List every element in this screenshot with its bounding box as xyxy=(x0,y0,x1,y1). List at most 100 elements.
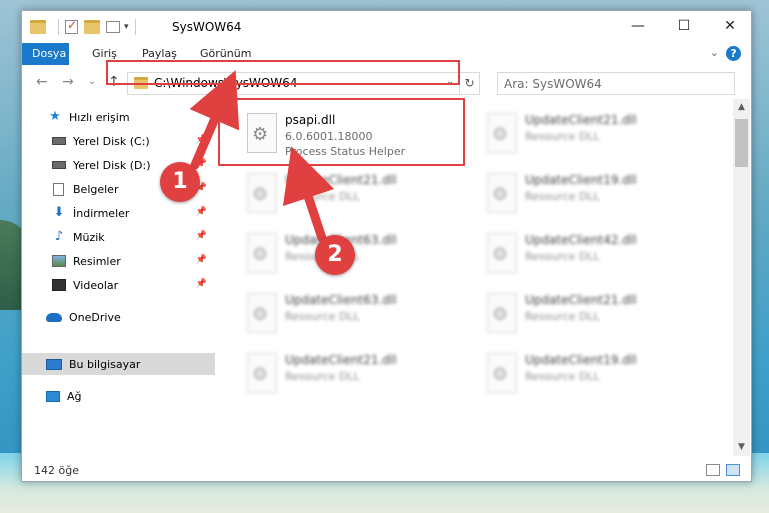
sidebar-item-label: İndirmeler xyxy=(73,206,130,220)
file-description: Resource DLL xyxy=(285,370,360,383)
star-icon: ★ xyxy=(49,109,61,124)
collapse-ribbon-icon[interactable]: ⌄ xyxy=(710,46,719,59)
properties-icon[interactable] xyxy=(65,18,78,34)
dll-file-icon: ⚙ xyxy=(247,353,277,393)
file-description: Resource DLL xyxy=(525,250,600,263)
computer-icon xyxy=(46,358,62,370)
scroll-down-icon[interactable]: ▼ xyxy=(733,439,750,456)
sidebar-item-music[interactable]: ♪ Müzik 📌 xyxy=(22,226,215,248)
pin-icon[interactable]: 📌 xyxy=(196,255,207,265)
pin-icon[interactable]: 📌 xyxy=(196,207,207,217)
sidebar-item-label: Belgeler xyxy=(73,182,119,196)
scroll-thumb[interactable] xyxy=(735,119,748,167)
pin-icon[interactable]: 📌 xyxy=(196,231,207,241)
file-highlight-box xyxy=(218,98,465,166)
step-1-badge: 1 xyxy=(160,162,200,202)
toolbar-divider xyxy=(134,19,136,35)
refresh-button[interactable]: ↻ xyxy=(459,72,480,95)
download-icon: ⬇ xyxy=(53,205,65,220)
file-item[interactable]: ⚙ UpdateClient21.dll Resource DLL xyxy=(477,107,707,157)
pin-icon[interactable]: 📌 xyxy=(196,159,207,169)
gear-icon: ⚙ xyxy=(492,244,509,265)
file-description: Resource DLL xyxy=(285,190,360,203)
sidebar-item-label: Yerel Disk (D:) xyxy=(73,158,151,172)
file-name: UpdateClient63.dll xyxy=(285,293,397,307)
recent-locations-button[interactable]: ⌄ xyxy=(88,76,96,87)
file-name: UpdateClient21.dll xyxy=(285,353,397,367)
maximize-button[interactable]: ☐ xyxy=(661,11,707,41)
dll-file-icon: ⚙ xyxy=(487,173,517,213)
videos-icon xyxy=(52,279,66,291)
navigation-pane: ★ Hızlı erişim Yerel Disk (C:) 📌 Yerel D… xyxy=(22,106,215,446)
sidebar-item-onedrive[interactable]: OneDrive xyxy=(22,306,215,328)
dll-file-icon: ⚙ xyxy=(247,173,277,213)
file-description: Resource DLL xyxy=(285,310,360,323)
dll-file-icon: ⚙ xyxy=(487,233,517,273)
gear-icon: ⚙ xyxy=(492,304,509,325)
file-item[interactable]: ⚙ UpdateClient19.dll Resource DLL xyxy=(477,347,707,397)
quick-access-toolbar: ▾ xyxy=(30,18,142,36)
file-description: Resource DLL xyxy=(525,190,600,203)
dll-file-icon: ⚙ xyxy=(247,233,277,273)
close-button[interactable]: ✕ xyxy=(707,11,753,41)
gear-icon: ⚙ xyxy=(492,184,509,205)
music-icon: ♪ xyxy=(54,229,64,244)
sidebar-item-label: Videolar xyxy=(73,278,119,292)
sidebar-item-label: Hızlı erişim xyxy=(69,110,130,124)
gear-icon: ⚙ xyxy=(252,304,269,325)
sidebar-item-label: Bu bilgisayar xyxy=(69,357,141,371)
file-description: Resource DLL xyxy=(525,130,600,143)
address-highlight-box xyxy=(106,60,460,85)
pictures-icon xyxy=(52,255,66,267)
sidebar-item-label: Resimler xyxy=(73,254,121,268)
file-name: UpdateClient21.dll xyxy=(525,113,637,127)
file-item[interactable]: ⚙ UpdateClient21.dll Resource DLL xyxy=(477,287,707,337)
tiles-view-icon[interactable] xyxy=(726,464,740,476)
dll-file-icon: ⚙ xyxy=(247,293,277,333)
sidebar-item-local-disk-c[interactable]: Yerel Disk (C:) 📌 xyxy=(22,130,215,152)
minimize-button[interactable]: — xyxy=(615,11,661,41)
back-button[interactable]: ← xyxy=(36,74,48,90)
sidebar-item-label: Müzik xyxy=(73,230,105,244)
scroll-up-icon[interactable]: ▲ xyxy=(733,99,750,116)
item-count: 142 öğe xyxy=(34,464,79,477)
title-bar: ▾ SysWOW64 — ☐ ✕ xyxy=(22,11,751,43)
file-name: UpdateClient21.dll xyxy=(525,293,637,307)
gear-icon: ⚙ xyxy=(252,184,269,205)
file-name: UpdateClient42.dll xyxy=(525,233,637,247)
file-item[interactable]: ⚙ UpdateClient21.dll Resource DLL xyxy=(237,167,467,217)
forward-button[interactable]: → xyxy=(62,74,74,90)
toolbar-divider xyxy=(58,19,59,35)
gear-icon: ⚙ xyxy=(492,124,509,145)
file-item[interactable]: ⚙ UpdateClient42.dll Resource DLL xyxy=(477,227,707,277)
sidebar-item-quick-access[interactable]: ★ Hızlı erişim xyxy=(22,106,215,128)
file-item[interactable]: ⚙ UpdateClient19.dll Resource DLL xyxy=(477,167,707,217)
file-name: UpdateClient19.dll xyxy=(525,353,637,367)
sidebar-item-pictures[interactable]: Resimler 📌 xyxy=(22,250,215,272)
pin-icon[interactable]: 📌 xyxy=(196,135,207,145)
network-icon xyxy=(46,390,60,402)
gear-icon: ⚙ xyxy=(492,364,509,385)
dll-file-icon: ⚙ xyxy=(487,353,517,393)
status-bar: 142 öğe xyxy=(22,461,751,481)
sidebar-item-network[interactable]: Ağ xyxy=(22,385,215,407)
help-icon[interactable]: ? xyxy=(726,46,741,61)
vertical-scrollbar[interactable]: ▲ ▼ xyxy=(733,99,750,456)
disk-icon xyxy=(52,161,66,169)
tab-file[interactable]: Dosya xyxy=(22,43,69,65)
chevron-down-icon[interactable]: ▾ xyxy=(124,22,129,32)
customize-toolbar-icon[interactable] xyxy=(106,21,120,33)
details-view-icon[interactable] xyxy=(706,464,720,476)
file-item[interactable]: ⚙ UpdateClient63.dll Resource DLL xyxy=(237,287,467,337)
disk-icon xyxy=(52,137,66,145)
sidebar-item-this-pc[interactable]: Bu bilgisayar xyxy=(22,353,215,375)
new-folder-icon[interactable] xyxy=(84,20,100,34)
search-input[interactable]: Ara: SysWOW64 xyxy=(497,72,735,95)
sidebar-item-label: Ağ xyxy=(67,389,82,403)
dll-file-icon: ⚙ xyxy=(487,113,517,153)
file-item[interactable]: ⚙ UpdateClient21.dll Resource DLL xyxy=(237,347,467,397)
sidebar-item-videos[interactable]: Videolar 📌 xyxy=(22,274,215,296)
sidebar-item-downloads[interactable]: ⬇ İndirmeler 📌 xyxy=(22,202,215,224)
pin-icon[interactable]: 📌 xyxy=(196,279,207,289)
window-title: SysWOW64 xyxy=(172,20,242,34)
